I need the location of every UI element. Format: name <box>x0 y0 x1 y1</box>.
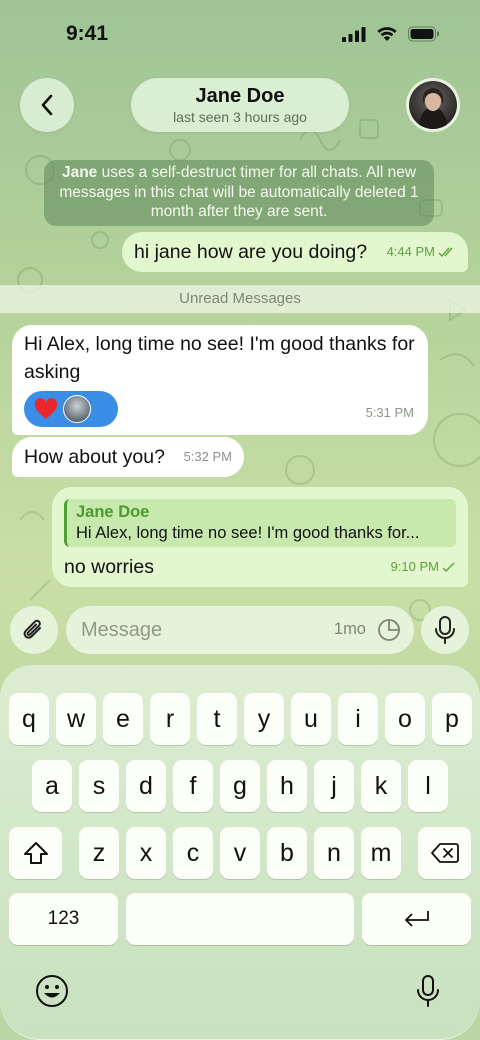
key-v[interactable]: v <box>220 827 260 879</box>
key-r[interactable]: r <box>150 693 190 745</box>
message-meta: 9:10 PM <box>391 553 456 581</box>
dictation-button[interactable] <box>408 971 448 1011</box>
contact-avatar[interactable] <box>406 78 460 132</box>
message-outgoing-reply[interactable]: Jane Doe Hi Alex, long time no see! I'm … <box>52 487 468 587</box>
key-h[interactable]: h <box>267 760 307 812</box>
signal-icon <box>342 27 366 42</box>
key-k[interactable]: k <box>361 760 401 812</box>
backspace-key[interactable] <box>418 827 471 879</box>
numbers-key[interactable]: 123 <box>9 893 118 945</box>
battery-icon <box>408 26 439 42</box>
attach-icon <box>23 619 41 639</box>
key-j[interactable]: j <box>314 760 354 812</box>
last-seen-status: last seen 3 hours ago <box>173 109 307 125</box>
message-text: How about you? <box>24 446 165 468</box>
key-d[interactable]: d <box>126 760 166 812</box>
mic-icon <box>435 616 455 644</box>
key-n[interactable]: n <box>314 827 354 879</box>
status-icons <box>342 26 440 42</box>
key-a[interactable]: a <box>32 760 72 812</box>
heart-icon <box>34 398 58 419</box>
reply-text: Hi Alex, long time no see! I'm good than… <box>76 524 420 542</box>
key-w[interactable]: w <box>56 693 96 745</box>
message-input-field[interactable]: 1mo <box>66 606 414 654</box>
message-text: no worries <box>64 556 154 578</box>
message-text: Hi Alex, long time no see! I'm good than… <box>24 333 415 383</box>
status-time: 9:41 <box>66 22 109 45</box>
key-l[interactable]: l <box>408 760 448 812</box>
message-time: 4:44 PM <box>386 244 435 259</box>
shift-key[interactable] <box>9 827 62 879</box>
key-f[interactable]: f <box>173 760 213 812</box>
message-time: 5:31 PM <box>365 405 414 420</box>
key-q[interactable]: q <box>9 693 49 745</box>
avatar-photo <box>409 81 457 129</box>
self-destruct-timer-label[interactable]: 1mo <box>334 620 366 639</box>
key-x[interactable]: x <box>126 827 166 879</box>
voice-record-button[interactable] <box>421 606 469 654</box>
reactor-avatar <box>63 395 91 423</box>
dictation-icon <box>417 975 439 1007</box>
status-bar: 9:41 <box>0 0 480 70</box>
back-icon <box>41 94 53 116</box>
key-o[interactable]: o <box>385 693 425 745</box>
wifi-icon <box>377 27 397 41</box>
key-u[interactable]: u <box>291 693 331 745</box>
message-meta: 4:44 PM <box>387 238 456 266</box>
key-g[interactable]: g <box>220 760 260 812</box>
space-key[interactable] <box>126 893 354 945</box>
key-s[interactable]: s <box>79 760 119 812</box>
contact-name: Jane Doe <box>195 85 285 107</box>
message-incoming[interactable]: How about you? 5:32 PM <box>12 437 244 477</box>
timer-icon[interactable] <box>377 618 401 642</box>
key-i[interactable]: i <box>338 693 378 745</box>
backspace-icon <box>430 843 459 863</box>
key-e[interactable]: e <box>103 693 143 745</box>
emoji-icon <box>36 975 68 1007</box>
self-destruct-notice: Jane uses a self-destruct timer for all … <box>44 160 434 226</box>
back-button[interactable] <box>20 78 74 132</box>
reply-quote[interactable]: Jane Doe Hi Alex, long time no see! I'm … <box>64 499 456 547</box>
check-icon <box>442 562 455 572</box>
double-check-icon <box>438 247 453 257</box>
reaction-chip[interactable] <box>24 391 118 427</box>
key-z[interactable]: z <box>79 827 119 879</box>
return-key[interactable] <box>362 893 471 945</box>
key-m[interactable]: m <box>361 827 401 879</box>
key-t[interactable]: t <box>197 693 237 745</box>
message-text: hi jane how are you doing? <box>134 241 368 263</box>
message-time: 9:10 PM <box>390 559 439 574</box>
notice-name: Jane <box>61 164 98 181</box>
shift-icon <box>23 842 48 864</box>
attach-button[interactable] <box>10 606 58 654</box>
return-icon <box>404 911 429 927</box>
key-b[interactable]: b <box>267 827 307 879</box>
message-input[interactable] <box>81 618 321 642</box>
key-p[interactable]: p <box>432 693 472 745</box>
message-time: 5:32 PM <box>183 449 232 464</box>
keyboard: q w e r t y u i o p a s d f g h j k l z … <box>0 665 480 1040</box>
key-y[interactable]: y <box>244 693 284 745</box>
emoji-button[interactable] <box>32 971 72 1011</box>
notice-text: uses a self-destruct timer for all chats… <box>59 164 419 220</box>
unread-messages-divider: Unread Messages <box>0 285 480 313</box>
key-c[interactable]: c <box>173 827 213 879</box>
reply-author: Jane Doe <box>76 503 150 521</box>
message-outgoing[interactable]: hi jane how are you doing? 4:44 PM <box>122 232 468 272</box>
message-incoming[interactable]: Hi Alex, long time no see! I'm good than… <box>12 325 428 435</box>
chat-title[interactable]: Jane Doe last seen 3 hours ago <box>131 78 349 132</box>
